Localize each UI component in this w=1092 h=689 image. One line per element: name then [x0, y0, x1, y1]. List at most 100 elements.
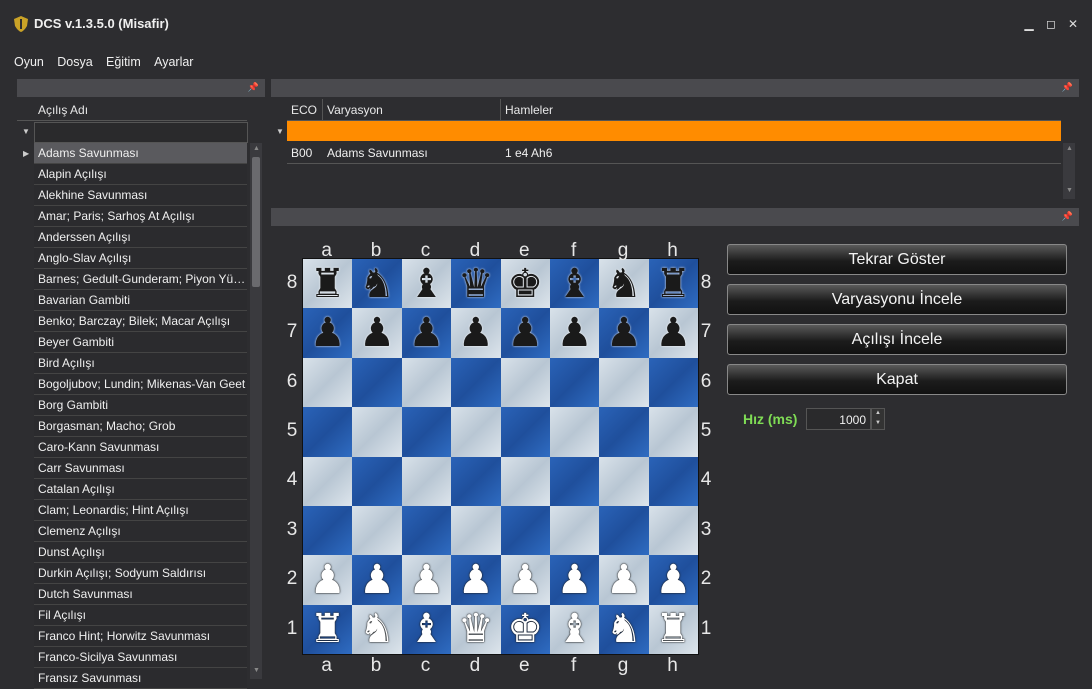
- square-e6[interactable]: [500, 357, 550, 408]
- black-bishop-icon[interactable]: ♝: [409, 264, 445, 304]
- square-h4[interactable]: [648, 456, 698, 506]
- square-f8[interactable]: ♝: [549, 259, 600, 309]
- white-pawn-icon[interactable]: ♟: [557, 560, 593, 600]
- square-g3[interactable]: [599, 505, 649, 556]
- square-h1[interactable]: ♜: [648, 604, 698, 654]
- filter-icon[interactable]: ▼: [276, 127, 284, 136]
- list-item[interactable]: Clemenz Açılışı: [34, 521, 247, 542]
- square-b8[interactable]: ♞: [352, 259, 402, 309]
- black-pawn-icon[interactable]: ♟: [507, 313, 543, 353]
- white-pawn-icon[interactable]: ♟: [409, 560, 445, 600]
- square-g4[interactable]: [599, 456, 649, 506]
- list-item[interactable]: Amar; Paris; Sarhoş At Açılışı: [34, 206, 247, 227]
- black-bishop-icon[interactable]: ♝: [557, 264, 593, 304]
- square-c6[interactable]: [401, 357, 452, 408]
- speed-stepper[interactable]: ▲ ▼: [871, 408, 885, 430]
- square-a5[interactable]: [303, 407, 353, 457]
- square-d2[interactable]: ♟: [451, 555, 501, 605]
- list-item[interactable]: Bavarian Gambiti: [34, 290, 247, 311]
- variation-eco-cell[interactable]: B00: [287, 143, 323, 163]
- stepper-up-icon[interactable]: ▲: [875, 410, 881, 416]
- scroll-down-icon[interactable]: ▼: [253, 667, 260, 674]
- list-item[interactable]: Bogoljubov; Lundin; Mikenas-Van Geet: [34, 374, 247, 395]
- list-item[interactable]: Fil Açılışı: [34, 605, 247, 626]
- examine-variation-button[interactable]: Varyasyonu İncele: [727, 284, 1067, 315]
- square-e2[interactable]: ♟: [500, 555, 550, 605]
- openings-column-header[interactable]: Açılış Adı: [17, 99, 247, 121]
- list-item[interactable]: Borg Gambiti: [34, 395, 247, 416]
- close-window-button[interactable]: ✕: [1063, 14, 1083, 34]
- scroll-up-icon[interactable]: ▲: [253, 145, 260, 152]
- square-e8[interactable]: ♚: [500, 259, 550, 309]
- square-b4[interactable]: [352, 456, 402, 506]
- list-item[interactable]: Franco Hint; Horwitz Savunması: [34, 626, 247, 647]
- openings-scrollbar[interactable]: ▲ ▼: [250, 143, 262, 679]
- square-b3[interactable]: [352, 505, 402, 556]
- speed-input[interactable]: 1000: [806, 408, 871, 430]
- square-a4[interactable]: [303, 456, 353, 506]
- maximize-button[interactable]: ◻: [1041, 14, 1061, 34]
- black-king-icon[interactable]: ♚: [507, 264, 543, 304]
- square-d8[interactable]: ♛: [451, 259, 501, 309]
- black-rook-icon[interactable]: ♜: [655, 264, 691, 304]
- square-d3[interactable]: [451, 505, 501, 556]
- list-item[interactable]: Beyer Gambiti: [34, 332, 247, 353]
- list-item[interactable]: Fransız Savunması: [34, 668, 247, 689]
- square-c4[interactable]: [401, 456, 452, 506]
- list-item[interactable]: Dutch Savunması: [34, 584, 247, 605]
- scroll-thumb[interactable]: [252, 157, 260, 287]
- square-c7[interactable]: ♟: [401, 308, 452, 358]
- square-h7[interactable]: ♟: [648, 308, 698, 358]
- list-item[interactable]: Durkin Açılışı; Sodyum Saldırısı: [34, 563, 247, 584]
- white-queen-icon[interactable]: ♛: [458, 609, 494, 649]
- list-item[interactable]: Caro-Kann Savunması: [34, 437, 247, 458]
- pin-icon[interactable]: 📌: [248, 82, 259, 93]
- square-e3[interactable]: [500, 505, 550, 556]
- square-e1[interactable]: ♚: [500, 604, 550, 654]
- replay-button[interactable]: Tekrar Göster: [727, 244, 1067, 275]
- black-pawn-icon[interactable]: ♟: [606, 313, 642, 353]
- white-pawn-icon[interactable]: ♟: [458, 560, 494, 600]
- list-item[interactable]: Clam; Leonardis; Hint Açılışı: [34, 500, 247, 521]
- square-c5[interactable]: [401, 407, 452, 457]
- square-f2[interactable]: ♟: [549, 555, 600, 605]
- openings-filter-input[interactable]: [34, 122, 248, 143]
- white-rook-icon[interactable]: ♜: [655, 609, 691, 649]
- square-g6[interactable]: [599, 357, 649, 408]
- square-e4[interactable]: [500, 456, 550, 506]
- stepper-down-icon[interactable]: ▼: [875, 420, 881, 426]
- square-g1[interactable]: ♞: [599, 604, 649, 654]
- square-c3[interactable]: [401, 505, 452, 556]
- list-item[interactable]: Anglo-Slav Açılışı: [34, 248, 247, 269]
- white-bishop-icon[interactable]: ♝: [557, 609, 593, 649]
- black-knight-icon[interactable]: ♞: [606, 264, 642, 304]
- square-h8[interactable]: ♜: [648, 259, 698, 309]
- variation-column-header[interactable]: Varyasyon: [323, 99, 501, 121]
- list-item[interactable]: Bird Açılışı: [34, 353, 247, 374]
- square-a6[interactable]: [303, 357, 353, 408]
- variations-filter-row[interactable]: [287, 121, 1061, 141]
- list-item[interactable]: Adams Savunması: [34, 143, 247, 164]
- white-pawn-icon[interactable]: ♟: [310, 560, 346, 600]
- square-d1[interactable]: ♛: [451, 604, 501, 654]
- variation-moves-cell[interactable]: 1 e4 Ah6: [501, 143, 801, 163]
- square-f4[interactable]: [549, 456, 600, 506]
- square-b1[interactable]: ♞: [352, 604, 402, 654]
- black-pawn-icon[interactable]: ♟: [310, 313, 346, 353]
- square-a2[interactable]: ♟: [303, 555, 353, 605]
- black-pawn-icon[interactable]: ♟: [359, 313, 395, 353]
- square-h6[interactable]: [648, 357, 698, 408]
- square-f6[interactable]: [549, 357, 600, 408]
- white-king-icon[interactable]: ♚: [507, 609, 543, 649]
- list-item[interactable]: Alapin Açılışı: [34, 164, 247, 185]
- eco-column-header[interactable]: ECO: [287, 99, 323, 121]
- square-h5[interactable]: [648, 407, 698, 457]
- close-button[interactable]: Kapat: [727, 364, 1067, 395]
- square-d7[interactable]: ♟: [451, 308, 501, 358]
- white-pawn-icon[interactable]: ♟: [359, 560, 395, 600]
- square-b7[interactable]: ♟: [352, 308, 402, 358]
- menu-dosya[interactable]: Dosya: [57, 55, 92, 69]
- square-g7[interactable]: ♟: [599, 308, 649, 358]
- square-e7[interactable]: ♟: [500, 308, 550, 358]
- list-item[interactable]: Benko; Barczay; Bilek; Macar Açılışı: [34, 311, 247, 332]
